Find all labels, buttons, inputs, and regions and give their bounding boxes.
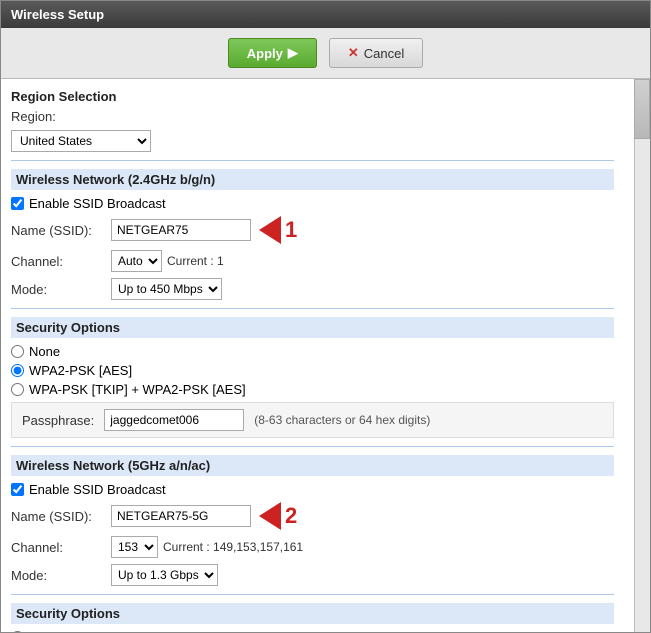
name-ssid-5g-row: Name (SSID): 2	[11, 502, 614, 530]
region-field-row: Region:	[11, 109, 614, 124]
region-section-title: Region Selection	[11, 89, 614, 104]
passphrase-24-input[interactable]	[104, 409, 244, 431]
security-5g-none-row: None	[11, 630, 614, 632]
annotation-24-number: 1	[285, 217, 297, 243]
name-ssid-5g-value-wrapper: 2	[111, 502, 297, 530]
channel-5g-current: Current : 149,153,157,161	[163, 540, 303, 554]
content-area: Region Selection Region: United States W…	[1, 79, 650, 632]
channel-5g-label: Channel:	[11, 540, 111, 555]
annotation-5g: 2	[259, 502, 297, 530]
security-5g-title: Security Options	[11, 603, 614, 624]
channel-24-current: Current : 1	[167, 254, 224, 268]
security-24-wpaboth-label: WPA-PSK [TKIP] + WPA2-PSK [AES]	[29, 382, 246, 397]
security-24-none-label: None	[29, 344, 60, 359]
name-ssid-5g-label: Name (SSID):	[11, 509, 111, 524]
mode-24-label: Mode:	[11, 282, 111, 297]
channel-24-row: Channel: Auto Current : 1	[11, 250, 614, 272]
security-24-wpa2-row: WPA2-PSK [AES]	[11, 363, 614, 378]
enable-ssid-5g-checkbox[interactable]	[11, 483, 24, 496]
security-24-none-row: None	[11, 344, 614, 359]
region-select[interactable]: United States	[11, 130, 151, 152]
mode-5g-select[interactable]: Up to 1.3 Gbps	[111, 564, 218, 586]
channel-24-select[interactable]: Auto	[111, 250, 162, 272]
security-24-none-radio[interactable]	[11, 345, 24, 358]
name-ssid-5g-input[interactable]	[111, 505, 251, 527]
divider-4	[11, 594, 614, 595]
channel-5g-row: Channel: 153 Current : 149,153,157,161	[11, 536, 614, 558]
annotation-24: 1	[259, 216, 297, 244]
main-content: Region Selection Region: United States W…	[1, 79, 634, 632]
wifi-5g-title: Wireless Network (5GHz a/n/ac)	[11, 455, 614, 476]
toolbar: Apply ▶ ✕ Cancel	[1, 28, 650, 79]
wifi-24-title: Wireless Network (2.4GHz b/g/n)	[11, 169, 614, 190]
mode-5g-row: Mode: Up to 1.3 Gbps	[11, 564, 614, 586]
enable-ssid-24-checkbox[interactable]	[11, 197, 24, 210]
name-ssid-24-input[interactable]	[111, 219, 251, 241]
enable-ssid-5g-row: Enable SSID Broadcast	[11, 482, 614, 497]
passphrase-24-section: Passphrase: (8-63 characters or 64 hex d…	[11, 402, 614, 438]
enable-ssid-5g-label: Enable SSID Broadcast	[29, 482, 166, 497]
apply-arrow-icon: ▶	[288, 45, 298, 61]
name-ssid-24-value-wrapper: 1	[111, 216, 297, 244]
security-5g-section: Security Options None WPA2-PSK [AES] WPA…	[11, 603, 614, 632]
region-label: Region:	[11, 109, 111, 124]
divider-2	[11, 308, 614, 309]
scrollbar-thumb[interactable]	[634, 79, 650, 139]
channel-5g-select[interactable]: 153	[111, 536, 158, 558]
cancel-button[interactable]: ✕ Cancel	[329, 38, 423, 68]
apply-button[interactable]: Apply ▶	[228, 38, 317, 68]
passphrase-24-hint: (8-63 characters or 64 hex digits)	[254, 413, 430, 427]
channel-24-label: Channel:	[11, 254, 111, 269]
security-5g-none-radio[interactable]	[11, 631, 24, 632]
arrow-5g-icon	[259, 502, 281, 530]
mode-24-select[interactable]: Up to 450 Mbps	[111, 278, 222, 300]
annotation-5g-number: 2	[285, 503, 297, 529]
enable-ssid-24-row: Enable SSID Broadcast	[11, 196, 614, 211]
channel-24-controls: Auto Current : 1	[111, 250, 224, 272]
enable-ssid-24-label: Enable SSID Broadcast	[29, 196, 166, 211]
mode-24-row: Mode: Up to 450 Mbps	[11, 278, 614, 300]
security-24-wpa2-label: WPA2-PSK [AES]	[29, 363, 132, 378]
apply-label: Apply	[247, 46, 283, 61]
security-24-wpaboth-radio[interactable]	[11, 383, 24, 396]
wifi-5g-section: Wireless Network (5GHz a/n/ac) Enable SS…	[11, 455, 614, 586]
mode-5g-label: Mode:	[11, 568, 111, 583]
security-24-wpaboth-row: WPA-PSK [TKIP] + WPA2-PSK [AES]	[11, 382, 614, 397]
divider-3	[11, 446, 614, 447]
cancel-label: Cancel	[364, 46, 404, 61]
security-5g-none-label: None	[29, 630, 60, 632]
channel-5g-controls: 153 Current : 149,153,157,161	[111, 536, 303, 558]
security-24-title: Security Options	[11, 317, 614, 338]
passphrase-24-label: Passphrase:	[22, 413, 94, 428]
wifi-24-section: Wireless Network (2.4GHz b/g/n) Enable S…	[11, 169, 614, 300]
security-24-section: Security Options None WPA2-PSK [AES] WPA…	[11, 317, 614, 438]
arrow-24-icon	[259, 216, 281, 244]
divider-1	[11, 160, 614, 161]
window-title: Wireless Setup	[11, 7, 104, 22]
security-24-wpa2-radio[interactable]	[11, 364, 24, 377]
scrollbar-track	[634, 79, 650, 632]
name-ssid-24-label: Name (SSID):	[11, 223, 111, 238]
wireless-setup-window: Wireless Setup Apply ▶ ✕ Cancel Region S…	[0, 0, 651, 633]
region-section: Region Selection Region: United States	[11, 89, 614, 152]
name-ssid-24-row: Name (SSID): 1	[11, 216, 614, 244]
title-bar: Wireless Setup	[1, 1, 650, 28]
cancel-x-icon: ✕	[348, 45, 359, 61]
